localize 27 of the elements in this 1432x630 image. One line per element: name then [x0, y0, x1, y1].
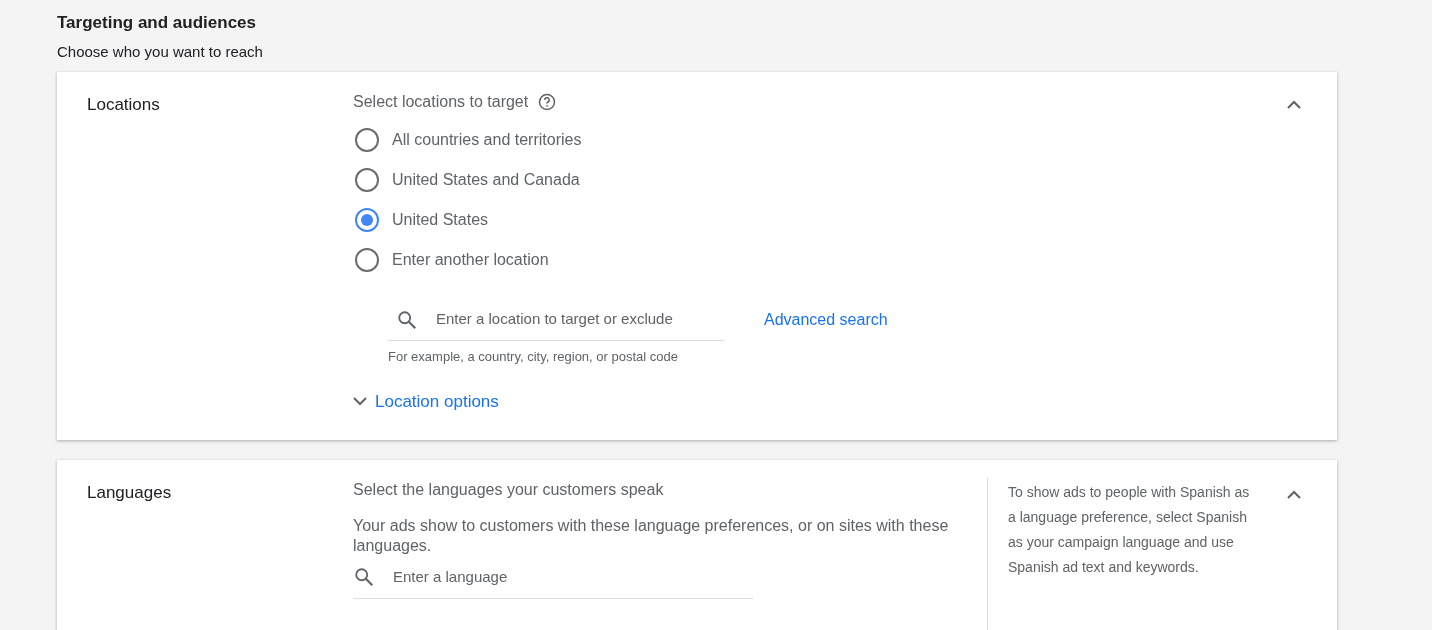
location-search-input[interactable]: Enter a location to target or exclude: [436, 308, 724, 331]
radio-option[interactable]: United States: [353, 200, 489, 240]
section-subtitle: Choose who you want to reach: [57, 42, 264, 62]
radio-option[interactable]: All countries and territories: [353, 120, 582, 160]
section-title: Targeting and audiences: [57, 12, 257, 34]
card-heading: Locations: [87, 94, 161, 116]
radio-button[interactable]: [355, 208, 379, 232]
location-options-toggle[interactable]: Location options: [353, 388, 499, 414]
radio-button[interactable]: [355, 248, 379, 272]
collapse-chevron-icon[interactable]: [1287, 490, 1301, 499]
advanced-search-link[interactable]: Advanced search: [764, 308, 888, 341]
field-hint: For example, a country, city, region, or postal code: [388, 348, 679, 366]
language-search-input[interactable]: Enter a language: [393, 566, 753, 589]
card-heading: Languages: [87, 482, 173, 504]
help-icon[interactable]: [538, 93, 557, 111]
radio-option[interactable]: Enter another location: [353, 240, 549, 280]
tip-text: To show ads to people with Spanish as a language preference, select Spanish as your campaign language and use Spanish ad text and keywords.: [1008, 483, 1251, 577]
radio-option[interactable]: United States and Canada: [353, 160, 580, 200]
radio-button[interactable]: [355, 168, 379, 192]
collapse-chevron-icon[interactable]: [1287, 100, 1301, 109]
search-icon: [396, 308, 418, 331]
field-prompt: Select the languages your customers speak: [353, 480, 665, 500]
search-icon: [353, 566, 375, 589]
radio-button[interactable]: [355, 128, 379, 152]
field-description: Your ads show to customers with these language preferences, or on sites with these languages.: [353, 516, 950, 556]
chevron-icon[interactable]: [353, 396, 367, 406]
field-prompt: Select locations to target: [353, 92, 529, 112]
